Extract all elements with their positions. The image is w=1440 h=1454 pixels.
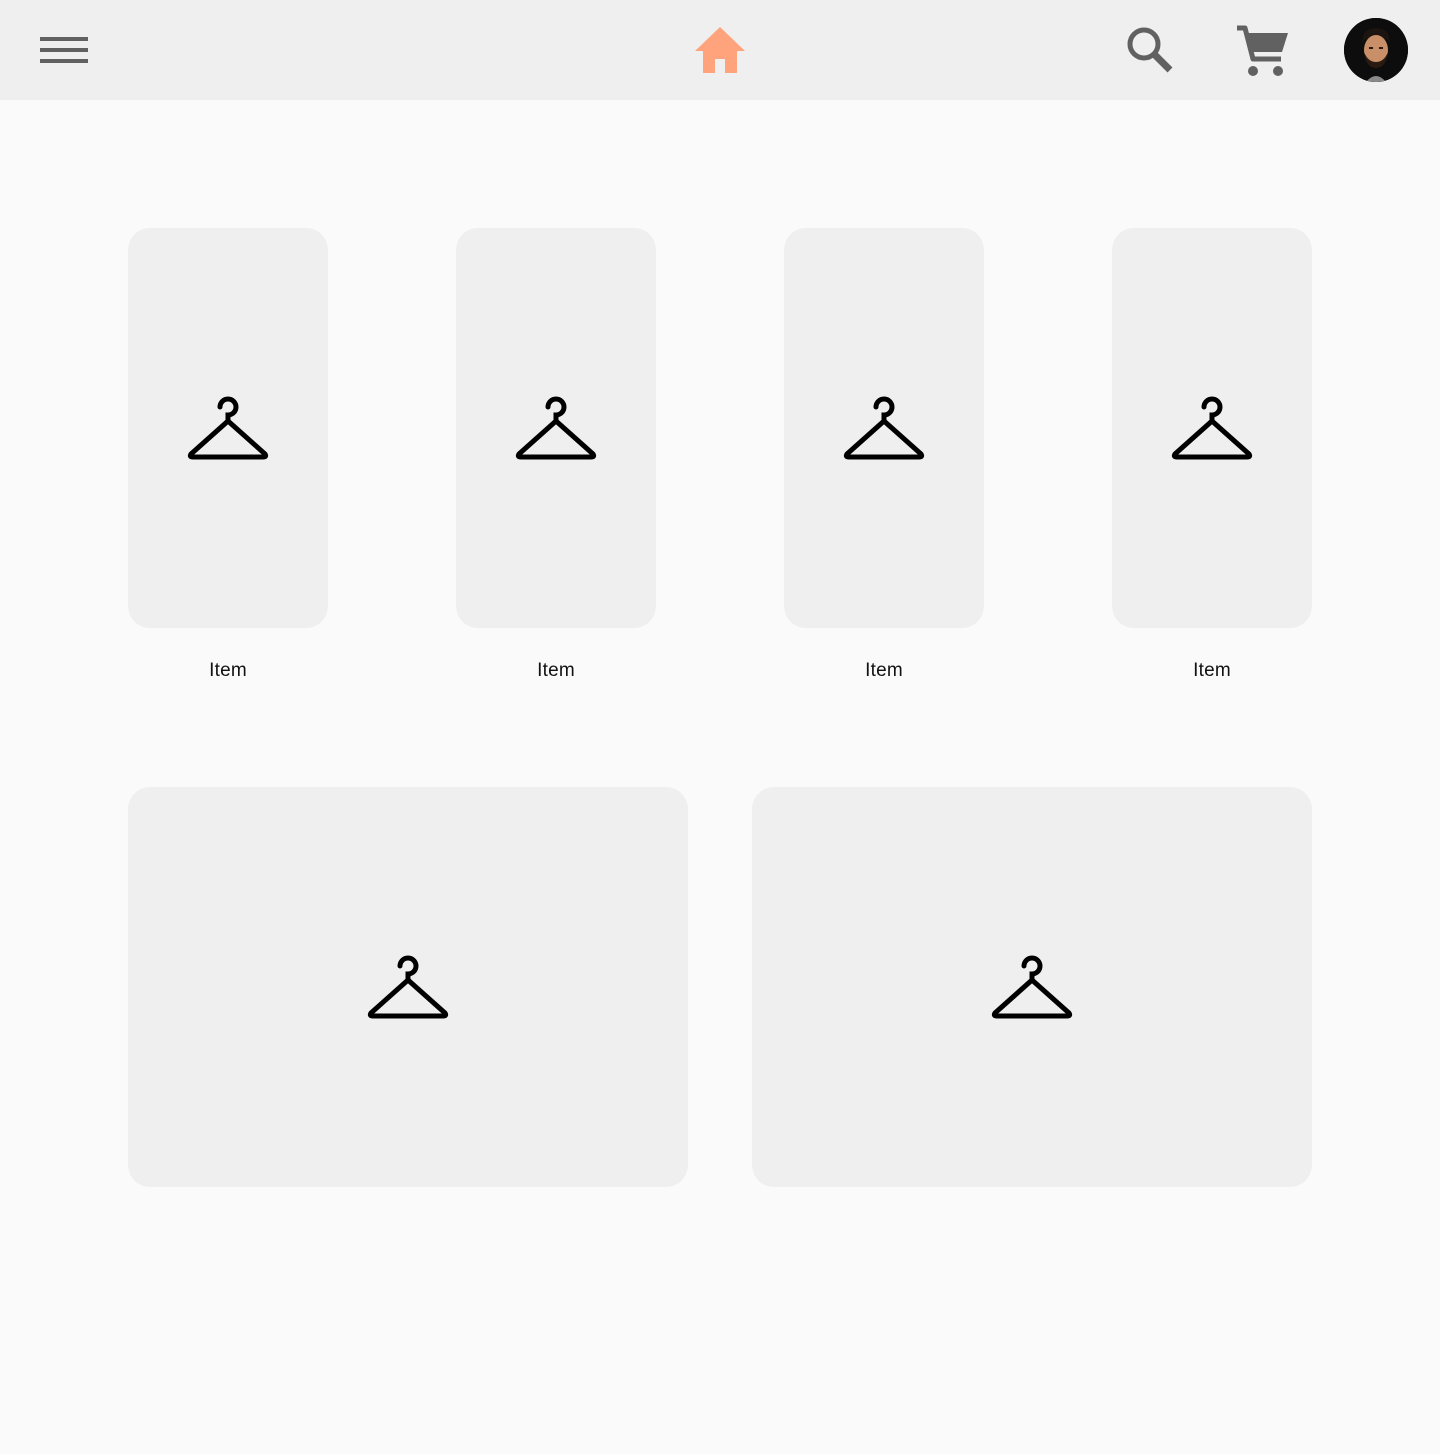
menu-button[interactable] xyxy=(28,26,100,74)
hamburger-menu-icon xyxy=(40,37,88,63)
banner-card[interactable] xyxy=(752,787,1312,1187)
hanger-icon xyxy=(187,396,269,460)
product-card[interactable] xyxy=(1112,228,1312,628)
user-avatar[interactable] xyxy=(1344,18,1408,82)
hanger-icon xyxy=(515,396,597,460)
cart-button[interactable] xyxy=(1228,16,1296,84)
banner-card[interactable] xyxy=(128,787,688,1187)
hanger-icon xyxy=(367,955,449,1019)
top-app-bar xyxy=(0,0,1440,100)
product-label: Item xyxy=(865,660,903,681)
search-button[interactable] xyxy=(1118,18,1182,82)
product-card[interactable] xyxy=(784,228,984,628)
shopping-cart-icon xyxy=(1237,25,1288,76)
home-button[interactable] xyxy=(690,22,750,78)
product-label: Item xyxy=(1193,660,1231,681)
product-card[interactable] xyxy=(128,228,328,628)
home-icon xyxy=(695,27,745,73)
hanger-icon xyxy=(843,396,925,460)
hanger-icon xyxy=(1171,396,1253,460)
hanger-icon xyxy=(991,955,1073,1019)
user-avatar-image xyxy=(1344,18,1408,82)
product-label: Item xyxy=(537,660,575,681)
search-icon xyxy=(1127,27,1173,73)
product-label: Item xyxy=(209,660,247,681)
product-card[interactable] xyxy=(456,228,656,628)
